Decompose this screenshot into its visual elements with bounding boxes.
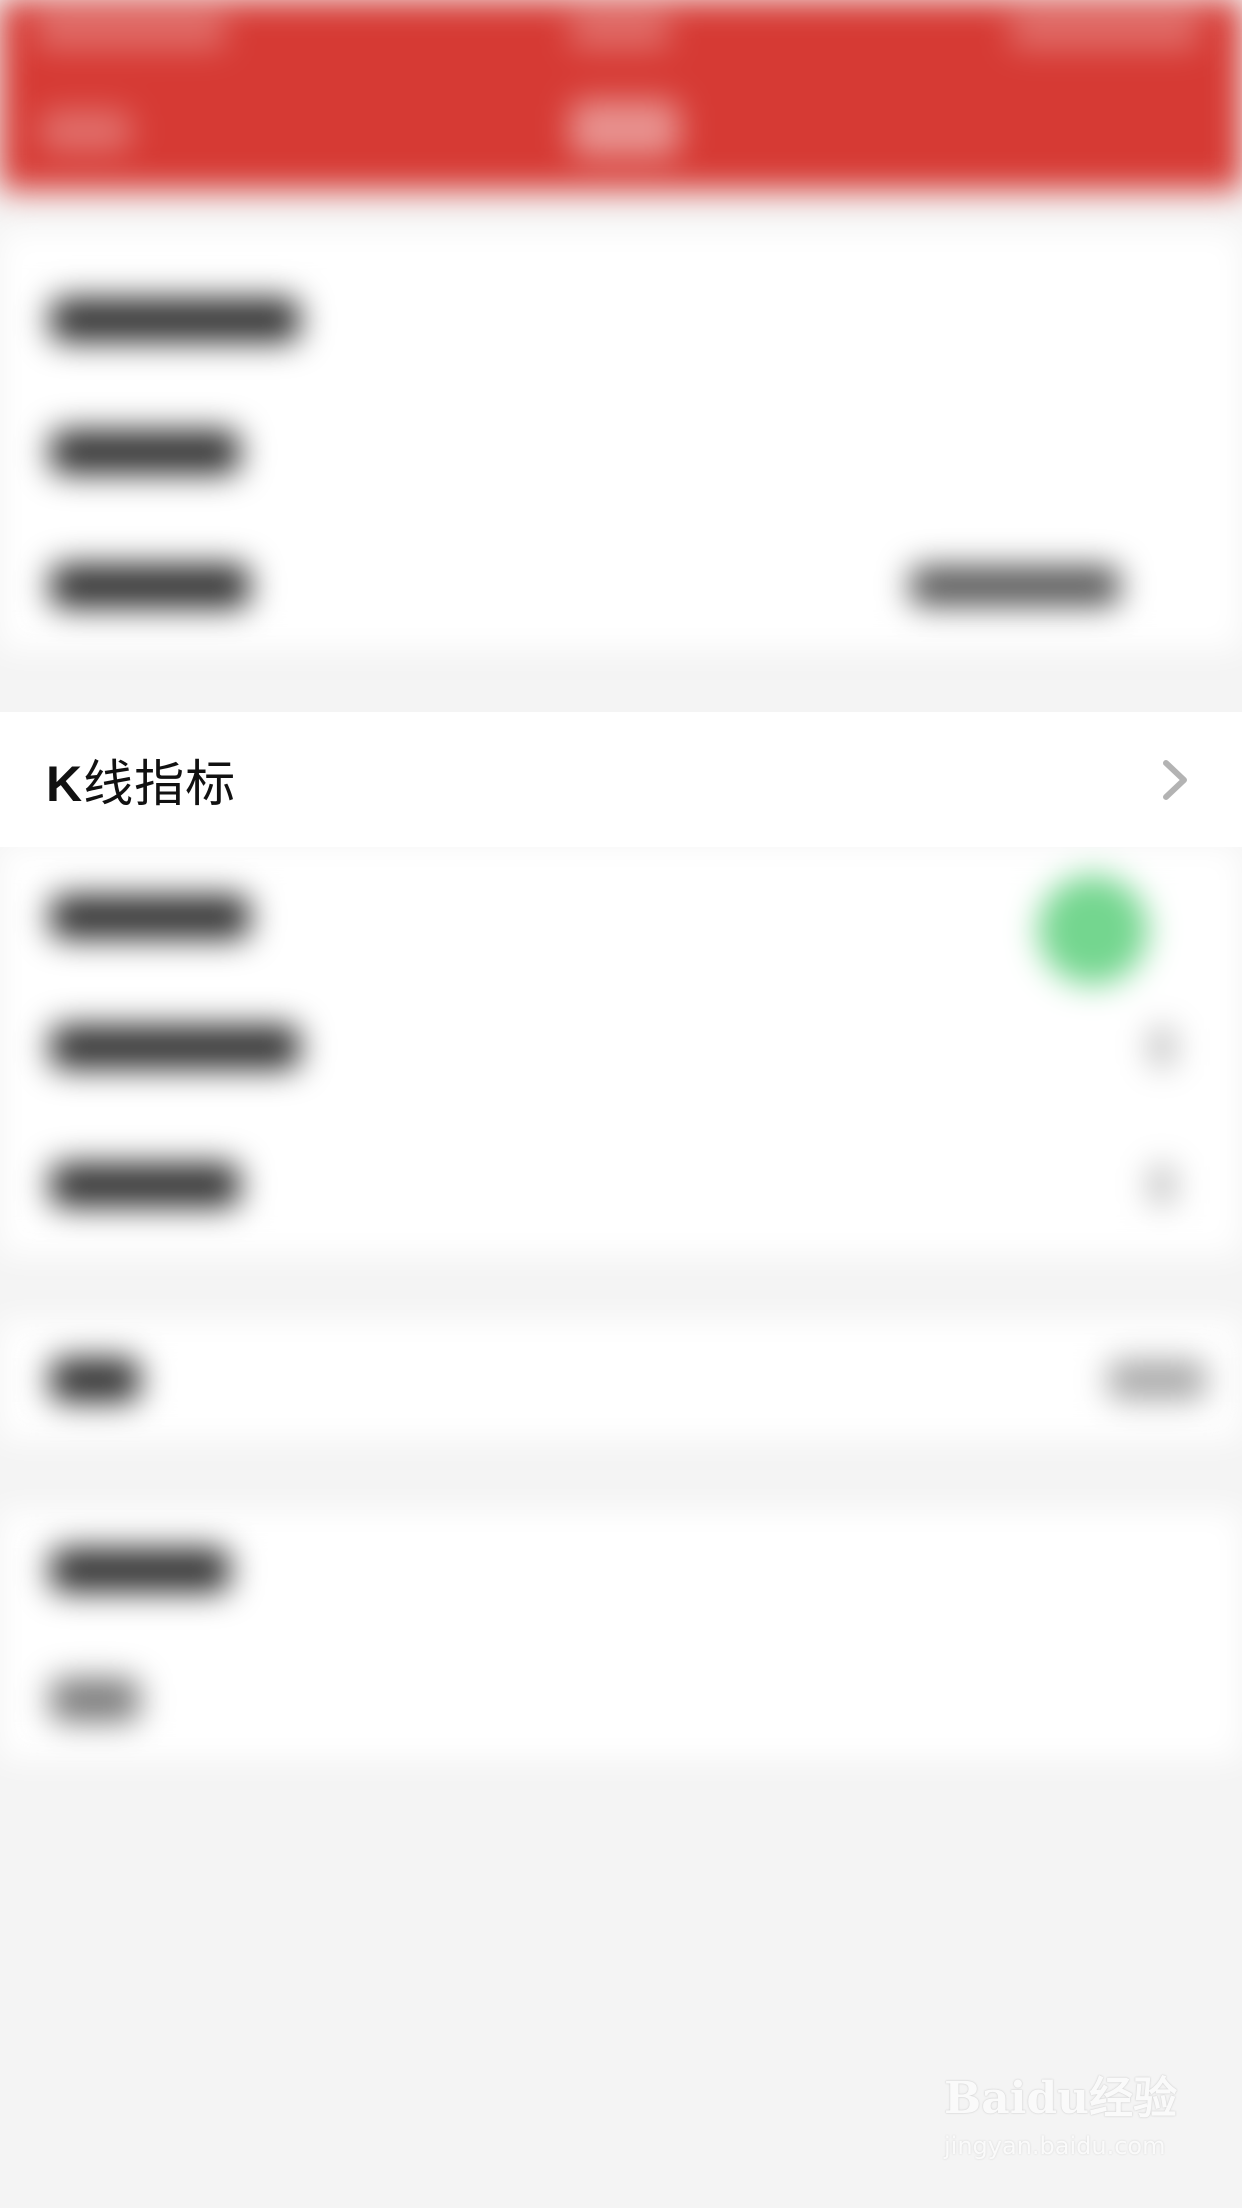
- baidu-watermark: Baidu经验 jingyan.baidu.com: [944, 2062, 1184, 2182]
- k-line-indicator-label: K线指标: [46, 744, 236, 816]
- setting-row-5-label: [50, 895, 250, 939]
- setting-row-3-value: [910, 566, 1120, 606]
- setting-row-8-value: [1108, 1360, 1206, 1400]
- setting-row-6-label: [50, 1025, 300, 1069]
- chevron-right-icon: [1163, 759, 1187, 800]
- watermark-url: jingyan.baidu.com: [944, 2132, 1166, 2160]
- toggle-switch-knob[interactable]: [1038, 875, 1148, 985]
- setting-row-8-label: [50, 1358, 140, 1402]
- section-2: [0, 845, 1242, 1255]
- chevron-right-icon: [1150, 1165, 1174, 1205]
- status-bar-left: [36, 14, 226, 48]
- setting-row-3-label: [50, 564, 250, 608]
- status-bar-right: [1010, 14, 1200, 48]
- status-bar-center: [570, 14, 670, 48]
- setting-row-1-label: [50, 298, 300, 342]
- header-bar: [0, 0, 1242, 190]
- blurred-background: [0, 0, 1242, 2208]
- setting-row-9-label: [50, 1548, 230, 1592]
- k-line-indicator-row[interactable]: K线指标: [0, 712, 1242, 847]
- setting-row-10-label: [50, 1678, 140, 1722]
- section-4: [0, 1510, 1242, 1760]
- watermark-logo: Baidu经验: [944, 2073, 1178, 2124]
- k-line-label-prefix: K: [46, 755, 84, 812]
- setting-row-2-label: [50, 430, 240, 474]
- section-3: [0, 1320, 1242, 1440]
- section-1: [0, 230, 1242, 650]
- setting-row-7-label: [50, 1163, 240, 1207]
- settings-screen: K线指标 Baidu经验 jingyan.baidu.com: [0, 0, 1242, 2208]
- page-title: [570, 100, 680, 158]
- back-button[interactable]: [40, 110, 132, 152]
- k-line-label-rest: 线指标: [83, 754, 237, 813]
- chevron-right-icon: [1150, 1027, 1174, 1067]
